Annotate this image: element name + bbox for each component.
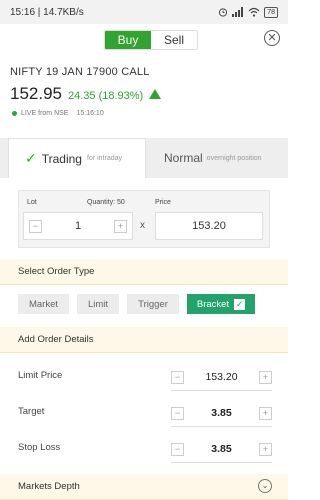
buy-button[interactable]: Buy — [105, 31, 151, 49]
price-label: Price — [155, 199, 171, 206]
order-type-market[interactable]: Market — [18, 294, 69, 314]
check-icon: ✓ — [25, 150, 37, 166]
order-quantity-box: Lot Quantity: 50 Price − 1 + x 153.20 — [18, 190, 270, 248]
limit-price-label: Limit Price — [18, 370, 63, 381]
chevron-down-icon[interactable]: ⌄ — [258, 479, 272, 493]
live-label: LIVE from NSE — [21, 110, 69, 117]
checkbox-checked-icon: ✓ — [234, 298, 246, 310]
live-time: 15:16:10 — [76, 110, 104, 117]
wifi-icon — [248, 7, 260, 17]
close-icon[interactable]: ✕ — [264, 30, 280, 46]
status-bar: 15:16 | 14.7KB/s 78 — [0, 0, 288, 24]
alarm-icon — [219, 8, 228, 17]
order-type-heading: Select Order Type — [0, 259, 288, 285]
limit-price-stepper: − 153.20 + — [171, 366, 272, 388]
lot-stepper: − 1 + — [23, 212, 133, 240]
stop-loss-increment-button[interactable]: + — [259, 442, 272, 456]
stop-loss-row: Stop Loss − 3.85 + — [0, 432, 288, 468]
tab-normal-sub: overnight position — [206, 154, 262, 162]
stop-loss-value[interactable]: 3.85 — [211, 443, 231, 455]
quantity-label: Quantity: 50 — [87, 199, 125, 206]
product-tabs: ✓ Trading for intraday Normal overnight … — [0, 138, 288, 178]
signal-icon — [232, 7, 244, 17]
last-traded-price: 152.95 — [10, 84, 62, 103]
order-type-bracket-label: Bracket — [196, 298, 230, 310]
target-row: Target − 3.85 + — [0, 396, 288, 432]
tab-trading[interactable]: ✓ Trading for intraday — [8, 138, 146, 178]
target-value[interactable]: 3.85 — [211, 407, 231, 419]
order-type-options: Market Limit Trigger Bracket ✓ — [18, 294, 255, 314]
arrow-up-icon — [149, 89, 162, 99]
limit-price-decrement-button[interactable]: − — [171, 370, 184, 384]
limit-price-increment-button[interactable]: + — [259, 370, 272, 384]
lot-decrement-button[interactable]: − — [29, 219, 42, 233]
tab-normal[interactable]: Normal overnight position — [146, 138, 288, 178]
markets-depth-header[interactable]: Markets Depth ⌄ — [0, 474, 288, 500]
sell-button[interactable]: Sell — [151, 31, 197, 49]
tab-normal-title: Normal — [164, 151, 203, 165]
target-decrement-button[interactable]: − — [171, 406, 184, 420]
lot-increment-button[interactable]: + — [114, 219, 127, 233]
status-icons: 78 — [218, 6, 278, 18]
instrument-name: NIFTY 19 JAN 17900 CALL — [10, 66, 150, 78]
lot-label: Lot — [27, 199, 37, 206]
price-change: 24.35 (18.93%) — [68, 90, 144, 102]
limit-price-value[interactable]: 153.20 — [205, 371, 237, 383]
order-type-bracket[interactable]: Bracket ✓ — [187, 294, 255, 314]
tab-trading-title: Trading — [41, 151, 82, 166]
stop-loss-stepper: − 3.85 + — [171, 438, 272, 460]
price-row: 152.95 24.35 (18.93%) — [10, 84, 162, 104]
lot-value[interactable]: 1 — [75, 220, 81, 232]
markets-depth-label: Markets Depth — [18, 481, 80, 492]
buy-sell-toggle: Buy Sell — [104, 30, 198, 50]
stop-loss-decrement-button[interactable]: − — [171, 442, 184, 456]
status-time: 15:16 | 14.7KB/s — [10, 6, 84, 18]
battery-icon: 78 — [264, 6, 278, 18]
price-input[interactable]: 153.20 — [155, 212, 263, 240]
target-stepper: − 3.85 + — [171, 402, 272, 424]
live-indicator: LIVE from NSE 15:16:10 — [12, 110, 104, 117]
live-dot-icon — [12, 111, 17, 116]
order-details-heading: Add Order Details — [0, 327, 288, 353]
limit-price-row: Limit Price − 153.20 + — [0, 360, 288, 396]
stop-loss-label: Stop Loss — [18, 442, 61, 453]
tab-trading-sub: for intraday — [86, 155, 123, 162]
order-type-limit[interactable]: Limit — [77, 294, 119, 314]
order-type-trigger[interactable]: Trigger — [127, 294, 179, 314]
target-increment-button[interactable]: + — [259, 406, 272, 420]
multiply-sign: x — [140, 220, 145, 231]
target-label: Target — [18, 406, 45, 417]
